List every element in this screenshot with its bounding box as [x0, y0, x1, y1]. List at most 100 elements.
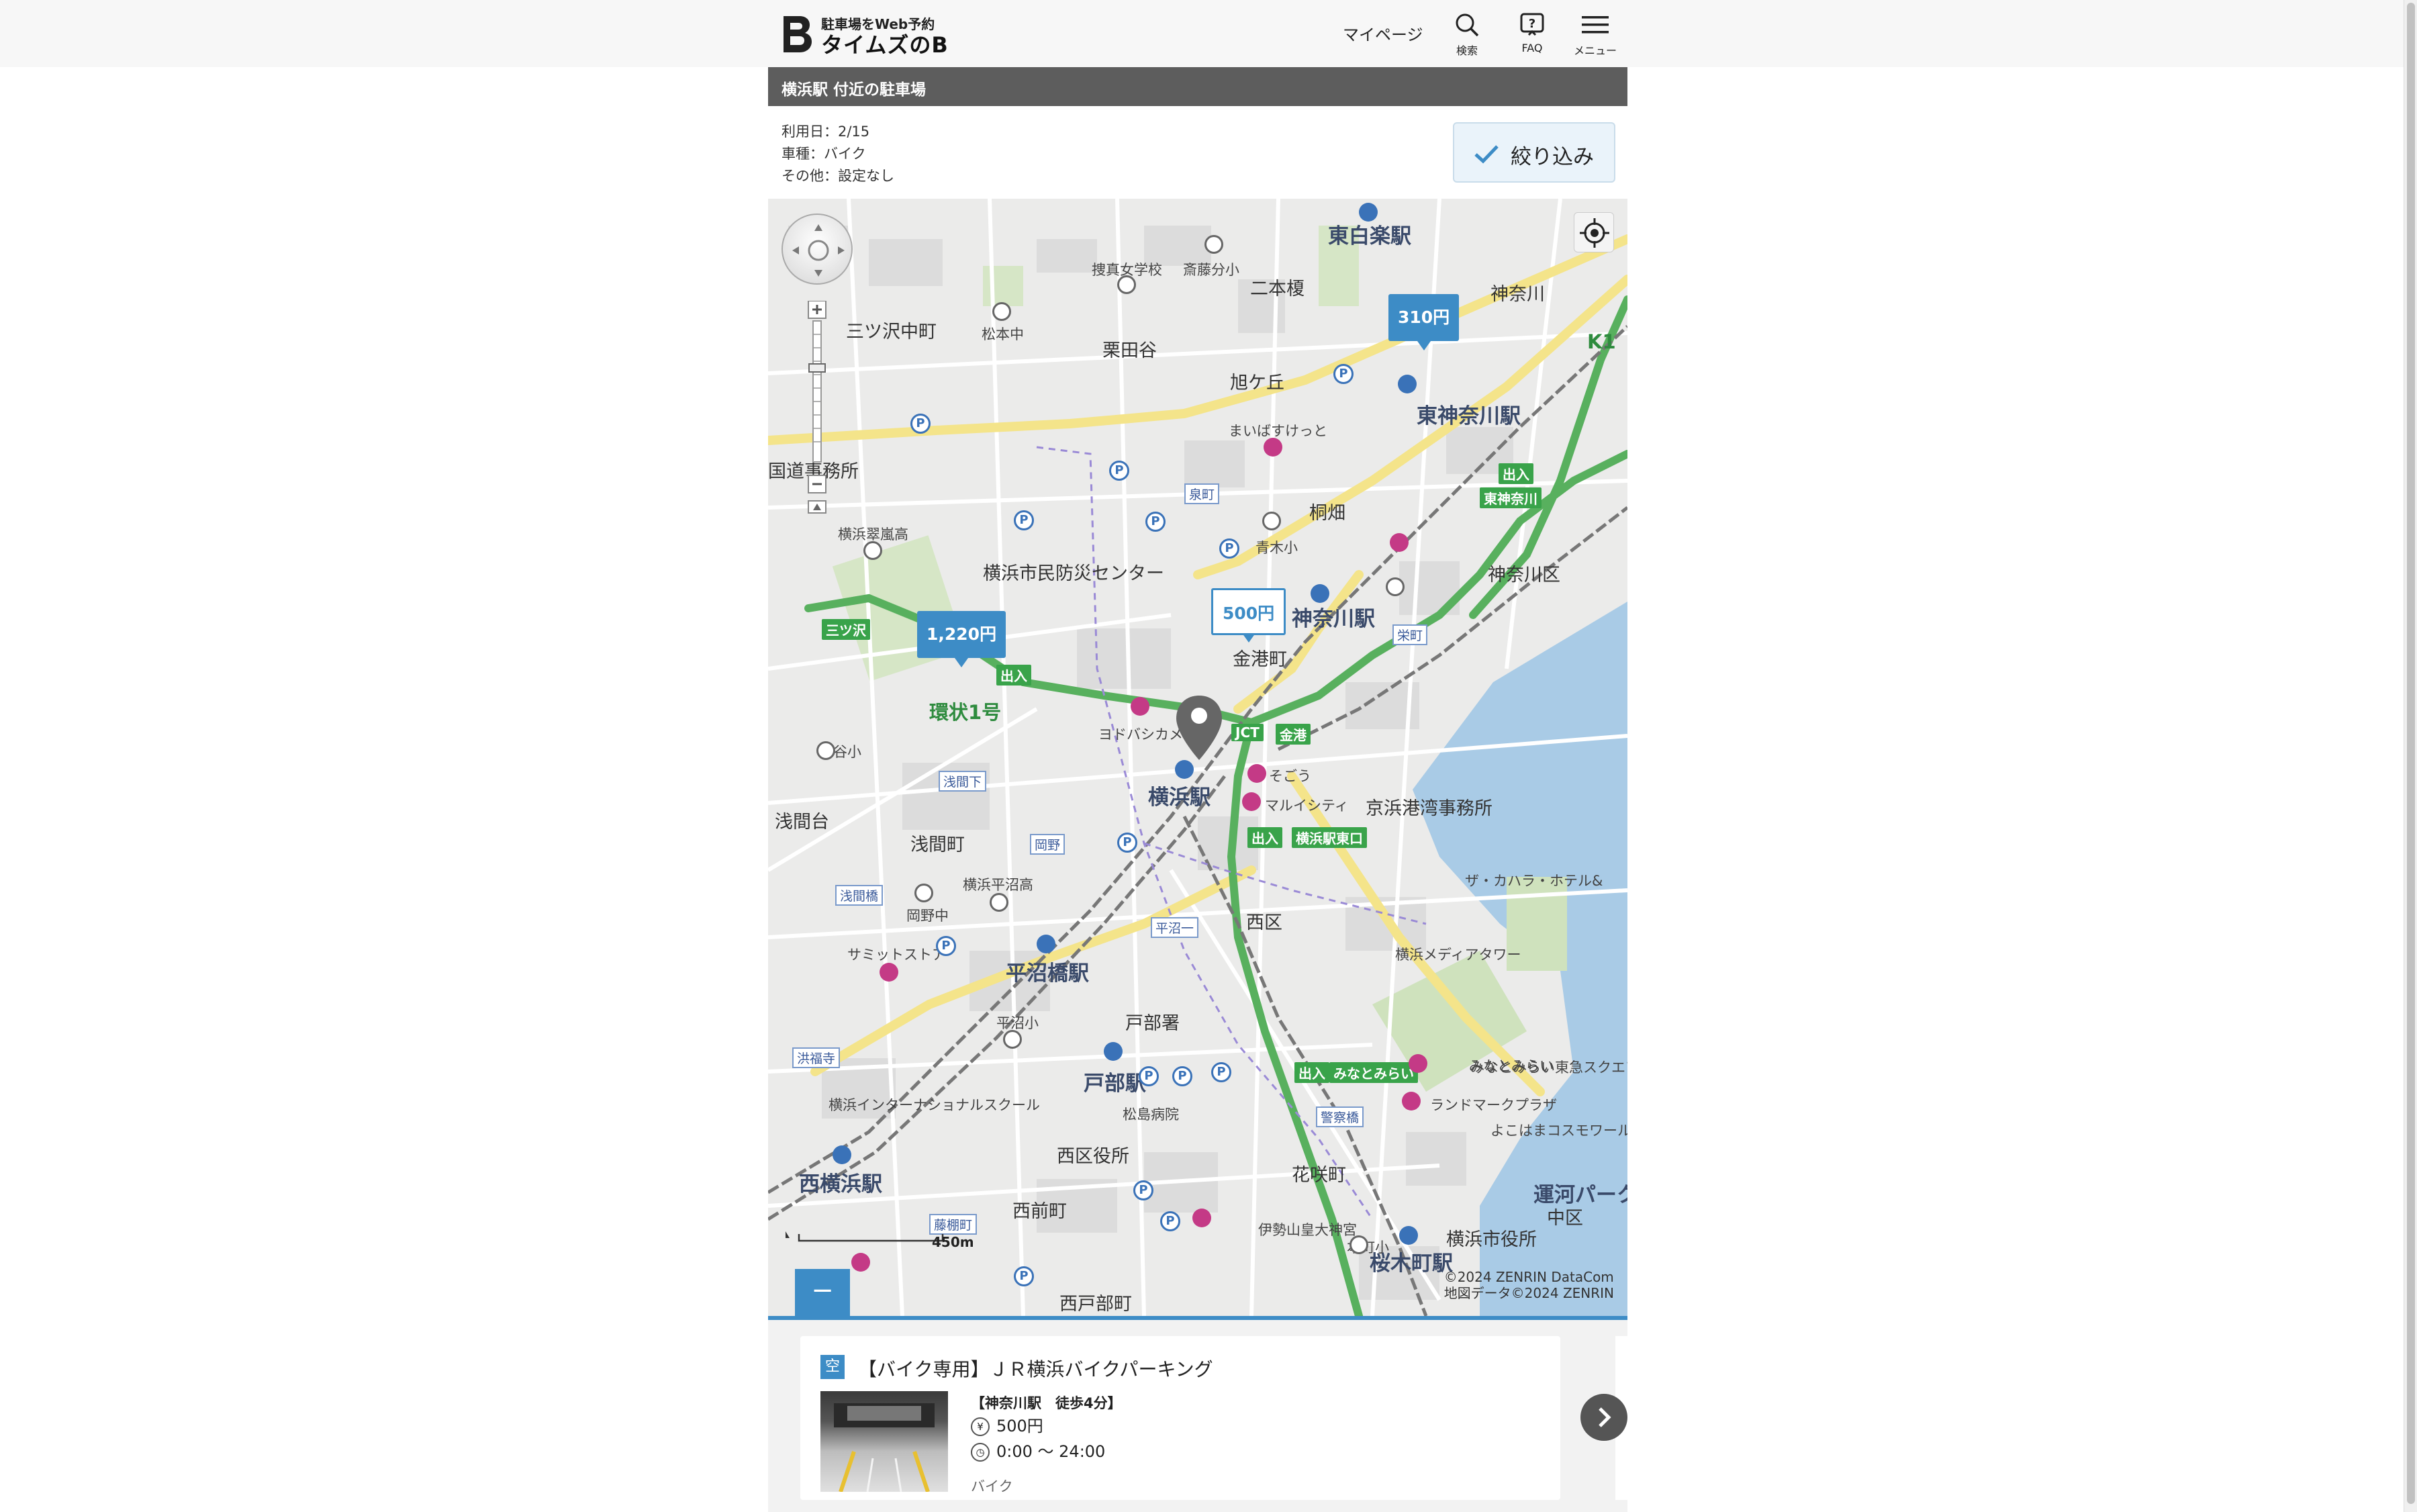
school-icon: [1262, 512, 1281, 530]
expressway-tag: 横浜駅東口: [1292, 827, 1367, 848]
area-label: 西区: [1246, 912, 1282, 933]
school-icon: [1349, 1235, 1368, 1254]
area-label: 西戸部町: [1059, 1294, 1132, 1315]
poi-label: マルイシティ: [1265, 798, 1349, 814]
zoom-slider[interactable]: [807, 300, 827, 516]
condition-date: 利用日：2/15: [781, 124, 870, 140]
menu-button[interactable]: メニュー: [1572, 12, 1619, 57]
zoom-slider-track: [808, 300, 826, 514]
school-icon: [1204, 235, 1223, 254]
map[interactable]: 東白楽駅 東神奈川駅 神奈川駅 横浜駅 平沼橋駅 戸部駅 西横浜駅 桜木町駅 京…: [768, 199, 1627, 1316]
stop-label: 警察橋: [1316, 1106, 1364, 1127]
faq-button[interactable]: ? FAQ: [1509, 12, 1556, 56]
area-label: 青木小: [1255, 540, 1298, 556]
parking-photo: [820, 1391, 948, 1493]
map-scale: 450m: [781, 1229, 983, 1250]
stop-label: 浅間橋: [835, 885, 884, 906]
parking-title[interactable]: 【バイク専用】ＪＲ横浜バイクパーキング: [858, 1355, 1213, 1382]
shop-icon: [1402, 1092, 1421, 1111]
parking-icon: P: [1211, 1062, 1231, 1082]
parking-icon: P: [1145, 512, 1166, 532]
expressway-tag: 三ツ沢: [822, 619, 870, 640]
train-icon: [1359, 203, 1378, 222]
station-label: 戸部駅: [1084, 1072, 1146, 1096]
parking-card[interactable]: 空 【バイク専用】ＪＲ横浜バイクパーキング 【神奈川駅 徒歩4分】 ¥500円 …: [800, 1336, 1560, 1500]
search-label: 検索: [1456, 44, 1478, 57]
poi-label: 松本中: [982, 326, 1024, 342]
stop-label: 岡野: [1030, 834, 1065, 855]
map-copyright: ©2024 ZENRIN DataCom 地図データ©2024 ZENRIN: [1444, 1269, 1614, 1301]
logo[interactable]: 駐車場をWeb予約 タイムズのB: [781, 12, 955, 58]
crosshair-icon: [1580, 218, 1609, 248]
shop-icon: [851, 1253, 870, 1272]
station-label: 神奈川駅: [1292, 607, 1375, 631]
parking-icon: P: [1014, 510, 1034, 530]
parking-icon: P: [1160, 1211, 1180, 1231]
logo-icon: [784, 16, 812, 52]
train-icon: [1104, 1042, 1123, 1061]
shop-icon: [1390, 533, 1409, 552]
poi-label: 岡野中: [906, 908, 949, 924]
hours-text: 0:00 〜 24:00: [996, 1442, 1106, 1461]
school-icon: [1117, 275, 1136, 294]
area-label: 花咲町: [1292, 1165, 1346, 1186]
poi-label: よこはまコスモワールド: [1490, 1123, 1627, 1139]
site-header: 駐車場をWeb予約 タイムズのB マイページ 検索 ? FAQ メニュー: [0, 0, 2404, 67]
collapse-map-button[interactable]: −: [795, 1269, 850, 1316]
area-label: 神奈川: [1490, 284, 1545, 305]
filter-button[interactable]: 絞り込み: [1453, 122, 1615, 183]
faq-icon: ?: [1520, 13, 1544, 36]
page-scrollbar[interactable]: [2404, 0, 2417, 1512]
area-label: 戸部署: [1125, 1013, 1180, 1034]
scrollbar-thumb[interactable]: [2407, 3, 2415, 1504]
parking-hours: ◷ 0:00 〜 24:00: [971, 1438, 1105, 1462]
parking-icon: P: [1219, 538, 1239, 559]
poi-label: みなとみらい東急スクエア: [1470, 1059, 1627, 1076]
poi-label: 伊勢山皇大神宮: [1258, 1222, 1357, 1238]
price-marker[interactable]: 310円: [1388, 294, 1460, 350]
station-label: 西横浜駅: [799, 1172, 882, 1196]
parking-price: ¥500円: [971, 1413, 1043, 1436]
stop-label: 平沼一: [1151, 917, 1199, 938]
poi-label: 横浜インターナショナルスクール: [828, 1097, 1040, 1113]
condition-vehicle: 車種：バイク: [781, 146, 866, 162]
price-marker-selected[interactable]: 500円: [1211, 588, 1286, 643]
expressway-tag: 出入: [996, 665, 1031, 686]
area-label: 神奈川区: [1488, 565, 1560, 585]
condition-other: その他：設定なし: [781, 168, 894, 184]
hamburger-icon: [1582, 16, 1609, 34]
area-label: 桐畑: [1309, 503, 1345, 524]
logo-title: タイムズのB: [821, 32, 949, 58]
expressway-tag: 金港: [1276, 724, 1311, 745]
parking-vehicle-type: バイク: [971, 1478, 1013, 1495]
area-label: 金港町: [1233, 649, 1287, 670]
price-marker[interactable]: 1,220円: [917, 611, 1006, 667]
stop-label: 泉町: [1184, 483, 1220, 504]
shop-icon: [1242, 792, 1261, 811]
station-label: 東神奈川駅: [1417, 404, 1521, 428]
poi-label: 松島病院: [1123, 1106, 1179, 1123]
train-icon: [1399, 1226, 1418, 1245]
poi-label: 平沼小: [996, 1015, 1039, 1031]
poi-label: ザ・カハラ・ホテル&: [1465, 873, 1603, 889]
search-button[interactable]: 検索: [1443, 12, 1490, 57]
route-tag: K1: [1587, 330, 1616, 353]
expressway-tag: みなとみらい: [1329, 1062, 1418, 1083]
next-card-button[interactable]: [1580, 1394, 1627, 1441]
mypage-link[interactable]: マイページ: [1343, 21, 1423, 45]
search-icon: [1456, 13, 1479, 37]
stop-label: 栄町: [1392, 624, 1428, 645]
school-icon: [990, 893, 1008, 912]
menu-label: メニュー: [1573, 44, 1617, 57]
poi-label: ランドマークプラザ: [1430, 1097, 1557, 1113]
parking-icon: P: [1333, 364, 1354, 384]
stop-label: 浅間下: [939, 771, 987, 792]
yen-icon: ¥: [971, 1417, 990, 1436]
area-label: 浅間台: [775, 812, 829, 833]
poi-label: まいばすけっと: [1229, 423, 1327, 439]
current-location-button[interactable]: [1574, 212, 1614, 252]
price-text: 500円: [996, 1417, 1043, 1435]
shop-icon: [1192, 1209, 1211, 1227]
copyright-line: 地図データ©2024 ZENRIN: [1443, 1285, 1614, 1301]
map-pan-control[interactable]: [781, 214, 853, 285]
